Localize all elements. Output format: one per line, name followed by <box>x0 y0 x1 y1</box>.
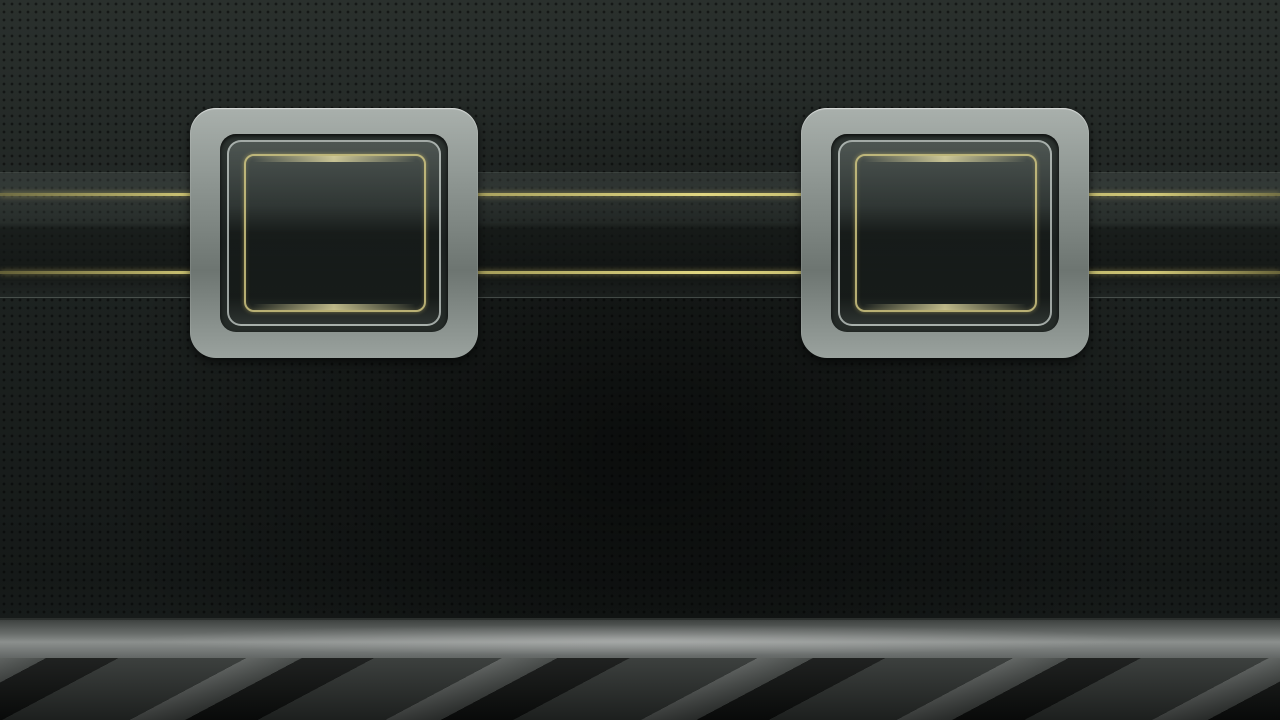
empty-app-slot-icon <box>244 154 426 312</box>
diagonal-stripe-panel <box>0 658 1280 720</box>
slot-highlight <box>863 304 1027 310</box>
launcher-wallpaper <box>0 0 1280 720</box>
app-slot-right[interactable] <box>801 108 1089 358</box>
app-slot-left[interactable] <box>190 108 478 358</box>
empty-app-slot-icon <box>855 154 1037 312</box>
slot-highlight <box>252 304 416 310</box>
slot-highlight <box>252 156 416 162</box>
brushed-metal-lip <box>0 618 1280 660</box>
slot-highlight <box>863 156 1027 162</box>
metal-floor-dock <box>0 618 1280 720</box>
